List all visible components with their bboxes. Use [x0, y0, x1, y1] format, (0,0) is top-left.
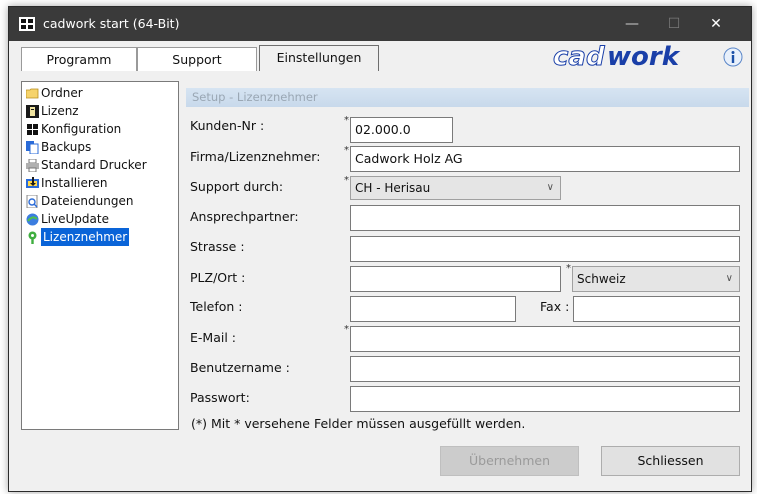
plz-ort-field[interactable] — [350, 266, 561, 292]
label-kunden-nr: Kunden-Nr : — [190, 118, 265, 133]
tab-einstellungen[interactable]: Einstellungen — [259, 45, 379, 71]
tab-support[interactable]: Support — [137, 47, 257, 71]
tree-item-konfiguration[interactable]: Konfiguration — [26, 120, 121, 138]
required-marker: * — [344, 175, 349, 186]
folder-icon — [26, 88, 39, 98]
ansprechpartner-field[interactable] — [350, 205, 740, 231]
label-email: E-Mail : — [190, 330, 236, 345]
required-marker: * — [344, 324, 349, 335]
label-support: Support durch: — [190, 179, 284, 194]
install-icon — [26, 176, 39, 188]
apply-button[interactable]: Übernehmen — [440, 446, 579, 476]
label-telefon: Telefon : — [190, 299, 243, 314]
strasse-field[interactable] — [350, 236, 740, 262]
tree-item-backups[interactable]: Backups — [26, 138, 91, 156]
required-marker: * — [566, 263, 571, 274]
passwort-field[interactable] — [350, 386, 740, 412]
settings-tree: Ordner Lizenz Konfiguration Backups Stan… — [21, 81, 179, 430]
liveupdate-icon — [26, 213, 39, 225]
tree-item-installieren[interactable]: Installieren — [26, 174, 108, 192]
svg-text:work: work — [607, 42, 681, 72]
tab-programm[interactable]: Programm — [21, 47, 137, 71]
benutzername-field[interactable] — [350, 356, 740, 382]
tree-item-ordner[interactable]: Ordner — [26, 84, 83, 102]
minimize-button[interactable]: — — [611, 7, 653, 41]
tree-item-lizenznehmer[interactable]: Lizenznehmer — [26, 228, 130, 246]
required-marker: * — [344, 145, 349, 156]
main-window: cadwork start (64-Bit) — ☐ ✕ Programm Su… — [8, 6, 752, 492]
fax-field[interactable] — [573, 296, 740, 322]
licensee-icon — [28, 231, 37, 244]
chevron-down-icon: ∨ — [725, 273, 733, 284]
land-dropdown[interactable]: Schweiz ∨ — [572, 266, 740, 292]
close-window-button[interactable]: ✕ — [695, 7, 737, 41]
cadwork-logo: cad work — [553, 42, 681, 73]
backup-icon — [26, 140, 39, 154]
chevron-down-icon: ∨ — [546, 182, 554, 193]
tree-item-standard-drucker[interactable]: Standard Drucker — [26, 156, 147, 174]
label-plz-ort: PLZ/Ort : — [190, 270, 246, 285]
support-dropdown[interactable]: CH - Herisau ∨ — [350, 176, 561, 200]
section-title: Setup - Lizenznehmer — [186, 88, 749, 107]
required-marker: * — [344, 115, 349, 126]
label-benutzername: Benutzername : — [190, 360, 290, 375]
label-strasse: Strasse : — [190, 239, 245, 254]
close-button[interactable]: Schliessen — [601, 446, 740, 476]
label-fax: Fax : — [540, 299, 570, 314]
label-ansprechpartner: Ansprechpartner: — [190, 209, 299, 224]
label-firma: Firma/Lizenznehmer: — [190, 149, 321, 164]
support-dropdown-value: CH - Herisau — [355, 181, 431, 195]
cadwork-app-icon — [19, 17, 35, 31]
tree-item-dateiendungen[interactable]: Dateiendungen — [26, 192, 133, 210]
telefon-field[interactable] — [350, 296, 516, 322]
maximize-button[interactable]: ☐ — [653, 7, 695, 41]
land-dropdown-value: Schweiz — [577, 272, 626, 286]
file-extensions-icon — [26, 194, 38, 208]
configuration-icon — [26, 122, 39, 136]
license-icon — [26, 104, 39, 118]
info-icon[interactable] — [723, 47, 743, 67]
required-fields-note: (*) Mit * versehene Felder müssen ausgef… — [191, 416, 526, 431]
firma-field[interactable]: Cadwork Holz AG — [350, 146, 740, 172]
tree-item-liveupdate[interactable]: LiveUpdate — [26, 210, 109, 228]
window-title: cadwork start (64-Bit) — [43, 16, 180, 31]
svg-text:cad: cad — [553, 42, 605, 72]
tree-item-lizenz[interactable]: Lizenz — [26, 102, 79, 120]
printer-icon — [26, 158, 39, 172]
title-bar: cadwork start (64-Bit) — ☐ ✕ — [9, 7, 751, 41]
email-field[interactable] — [350, 326, 740, 352]
label-passwort: Passwort: — [190, 390, 250, 405]
kunden-nr-field[interactable]: 02.000.0 — [350, 117, 453, 143]
